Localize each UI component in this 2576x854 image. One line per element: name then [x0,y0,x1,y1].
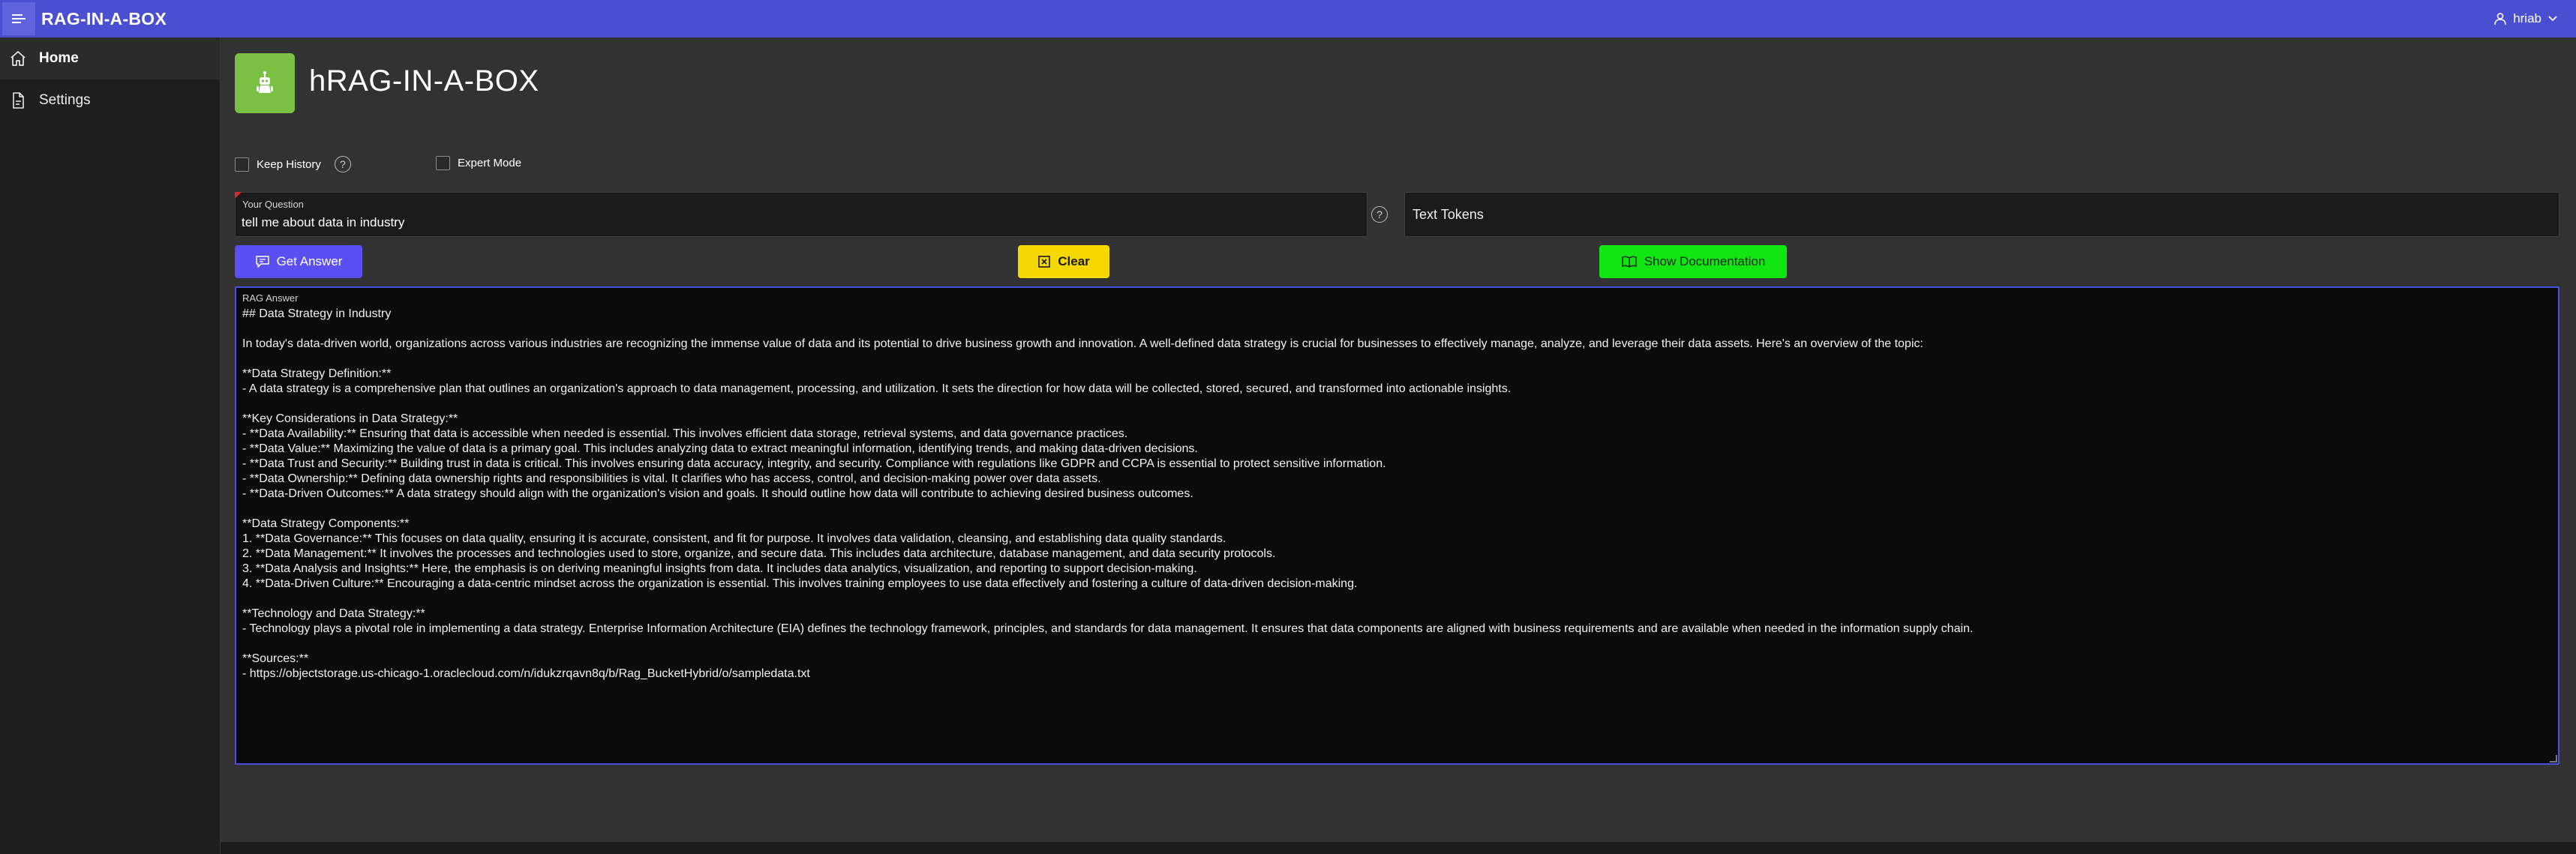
main-content: hRAG-IN-A-BOX Keep History ? Expert Mode… [221,37,2576,842]
required-marker [235,192,242,199]
app-title[interactable]: RAG-IN-A-BOX [41,9,167,29]
text-tokens-value: Text Tokens [1413,206,1484,222]
user-menu[interactable]: hriab [2493,0,2558,37]
page-title: hRAG-IN-A-BOX [309,64,539,97]
question-label: Your Question [242,199,304,210]
expert-mode-option: Expert Mode [436,156,521,170]
expert-mode-checkbox[interactable] [436,156,450,170]
sidebar-item-home[interactable]: Home [0,37,220,79]
footer-strip [221,842,2576,854]
resize-handle[interactable] [2550,755,2557,763]
text-tokens-field[interactable]: Text Tokens [1404,192,2559,237]
show-documentation-label: Show Documentation [1644,254,1766,268]
keep-history-checkbox[interactable] [235,157,249,172]
keep-history-option: Keep History ? [235,156,351,172]
chevron-down-icon [2548,16,2557,22]
help-icon[interactable]: ? [334,156,351,172]
clear-label: Clear [1058,254,1090,268]
clear-button[interactable]: Clear [1018,245,1109,278]
home-icon [11,51,26,66]
sidebar: Home Settings [0,37,221,854]
rag-answer-area[interactable]: RAG Answer ## Data Strategy in Industry … [235,286,2559,765]
keep-history-label: Keep History [257,157,321,171]
hamburger-menu-button[interactable] [2,2,35,35]
user-name: hriab [2513,11,2541,25]
show-documentation-button[interactable]: Show Documentation [1599,245,1787,278]
top-app-bar: RAG-IN-A-BOX hriab [0,0,2576,37]
rag-answer-label: RAG Answer [242,292,299,304]
question-input[interactable] [242,213,1359,232]
app-logo [235,53,295,113]
get-answer-button[interactable]: Get Answer [235,245,362,278]
robot-icon [257,71,273,93]
help-icon[interactable]: ? [1371,206,1388,223]
hamburger-icon [12,14,26,23]
sidebar-item-label: Home [39,50,79,66]
document-icon [13,92,24,109]
rag-answer-text[interactable]: ## Data Strategy in Industry In today's … [242,307,2550,682]
clear-icon [1038,256,1051,268]
question-field: Your Question [235,192,1368,237]
user-icon [2494,13,2506,25]
book-icon [1621,256,1637,268]
sidebar-item-settings[interactable]: Settings [0,79,220,121]
expert-mode-label: Expert Mode [458,157,522,169]
chat-icon [255,256,269,268]
get-answer-label: Get Answer [276,254,343,268]
sidebar-item-label: Settings [39,92,91,108]
